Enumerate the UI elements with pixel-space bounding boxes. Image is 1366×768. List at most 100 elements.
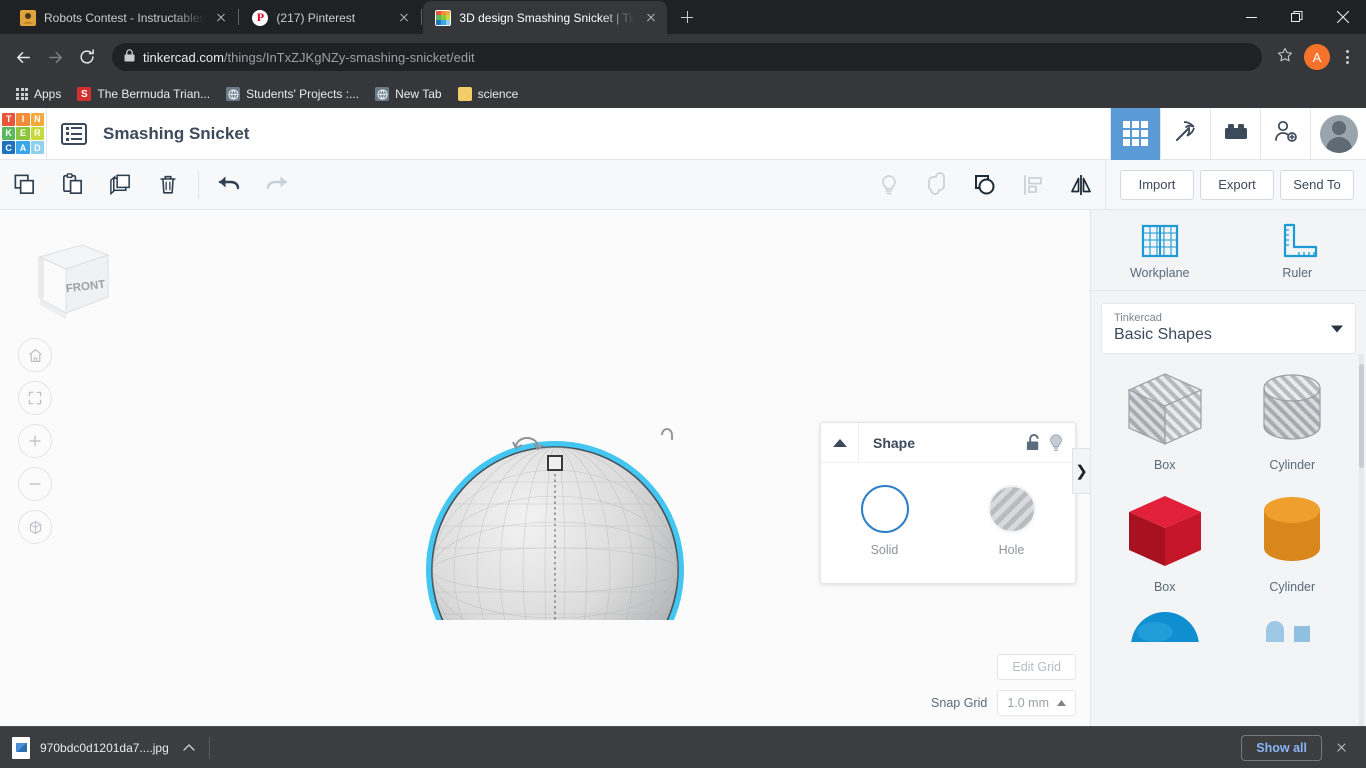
browser-tab-2[interactable]: 3D design Smashing Snicket | Tin	[423, 1, 668, 34]
library-name: Basic Shapes	[1114, 326, 1212, 343]
shape-panel-header: Shape	[821, 423, 1075, 463]
shape-cylinder-hole[interactable]: Cylinder	[1229, 368, 1357, 490]
redo-arrow-icon[interactable]	[253, 160, 301, 210]
bookmark-bermuda[interactable]: S The Bermuda Trian...	[71, 84, 216, 104]
list-menu-icon[interactable]	[61, 122, 87, 145]
bookmark-new-tab[interactable]: New Tab	[369, 84, 447, 104]
import-button[interactable]: Import	[1120, 169, 1194, 200]
globe-favicon	[226, 87, 241, 101]
logo-letter: C	[2, 141, 16, 155]
align-icon[interactable]	[1009, 160, 1057, 210]
download-item[interactable]: 970bdc0d1201da7....jpg	[12, 736, 199, 759]
triangle-up-icon[interactable]	[821, 423, 859, 462]
io-buttons: Import Export Send To	[1105, 159, 1366, 210]
blocks-button[interactable]	[1210, 108, 1260, 160]
shape-library-select[interactable]: Tinkercad Basic Shapes	[1101, 303, 1356, 354]
shape-box-hole[interactable]: Box	[1101, 368, 1229, 490]
paste-button[interactable]	[48, 160, 96, 210]
undo-arrow-icon[interactable]	[205, 160, 253, 210]
restore-icon[interactable]	[1274, 0, 1320, 34]
lock-icon	[124, 49, 135, 65]
minimize-icon[interactable]	[1228, 0, 1274, 34]
chevron-right-icon[interactable]: ❯	[1072, 448, 1090, 494]
tinkercad-logo[interactable]: T I N K E R C A D	[0, 111, 46, 157]
downloads-actions: Show all	[1241, 734, 1354, 761]
unlock-icon[interactable]	[1019, 433, 1047, 452]
show-all-button[interactable]: Show all	[1241, 734, 1322, 761]
bookmark-apps[interactable]: Apps	[10, 84, 67, 104]
ungroup-shape-icon[interactable]	[913, 160, 961, 210]
tab-divider	[421, 9, 423, 25]
reload-icon[interactable]	[72, 42, 102, 72]
snap-grid-select[interactable]: 1.0 mm	[997, 690, 1076, 716]
forward-arrow-icon[interactable]	[40, 42, 70, 72]
browser-tab-0[interactable]: Robots Contest - Instructables	[8, 1, 238, 34]
sidebar-tools: Workplane Ruler	[1091, 210, 1366, 291]
edit-grid-button[interactable]: Edit Grid	[997, 654, 1076, 680]
snap-grid-row: Snap Grid 1.0 mm	[931, 690, 1076, 716]
grid-nine-icon	[1123, 121, 1148, 146]
address-bar[interactable]: tinkercad.com/things/InTxZJKgNZy-smashin…	[112, 43, 1262, 71]
logo-letter: D	[30, 141, 44, 155]
send-to-button[interactable]: Send To	[1280, 169, 1354, 200]
close-icon[interactable]	[1320, 0, 1366, 34]
tab-close-icon[interactable]	[643, 10, 659, 26]
shape-panel-title: Shape	[873, 434, 916, 451]
box-red-icon	[1128, 496, 1201, 566]
shape-label: Box	[1153, 580, 1176, 594]
instructables-icon	[20, 9, 36, 26]
tinkercad-mini-logo	[436, 10, 451, 25]
solid-swatch	[860, 485, 909, 533]
tab-close-icon[interactable]	[396, 10, 412, 26]
shape-roof-blue[interactable]	[1229, 612, 1357, 660]
user-avatar-container[interactable]	[1310, 108, 1366, 160]
hole-option[interactable]: Hole	[948, 485, 1075, 557]
logo-letter: I	[16, 112, 30, 126]
design-canvas[interactable]: FRONT Shape Solid Hole ❯ Edit Grid Snap …	[0, 210, 1090, 726]
solid-option[interactable]: Solid	[821, 485, 948, 557]
bookmark-label: New Tab	[395, 87, 442, 101]
shape-properties-panel[interactable]: Shape Solid Hole	[820, 422, 1076, 584]
browser-window: Robots Contest - Instructables P (217) P…	[0, 0, 1366, 768]
chevron-up-icon[interactable]	[179, 742, 199, 754]
back-arrow-icon[interactable]	[8, 42, 38, 72]
scene-3d[interactable]	[0, 220, 780, 620]
star-icon[interactable]	[1272, 47, 1298, 67]
duplicate-button[interactable]	[96, 160, 144, 210]
logo-letter: A	[16, 141, 30, 155]
export-button[interactable]: Export	[1200, 169, 1274, 200]
toolbar-divider	[198, 170, 199, 199]
workplane-tool[interactable]: Workplane	[1091, 222, 1229, 280]
codeblocks-button[interactable]	[1160, 108, 1210, 160]
mirror-flip-icon[interactable]	[1057, 160, 1105, 210]
ruler-tool[interactable]: Ruler	[1229, 222, 1366, 280]
bookmark-science-folder[interactable]: science	[452, 84, 525, 104]
3d-design-view-button[interactable]	[1110, 108, 1160, 160]
shape-row-partial	[1101, 612, 1356, 660]
scrollbar-thumb[interactable]	[1359, 364, 1364, 468]
downloads-bar: 970bdc0d1201da7....jpg Show all	[0, 726, 1366, 768]
close-icon[interactable]	[1328, 735, 1354, 761]
shape-panel-body: Solid Hole	[821, 463, 1075, 583]
group-shapes-icon[interactable]	[961, 160, 1009, 210]
lightbulb-icon[interactable]	[1047, 433, 1075, 453]
bookmark-students-projects[interactable]: Students' Projects :...	[220, 84, 365, 104]
trash-icon[interactable]	[144, 160, 192, 210]
copy-button[interactable]	[0, 160, 48, 210]
browser-tab-1[interactable]: P (217) Pinterest	[240, 1, 421, 34]
profile-avatar[interactable]: A	[1304, 44, 1330, 70]
caret-down-icon	[1331, 325, 1343, 332]
lightbulb-icon[interactable]	[865, 160, 913, 210]
invite-people-button[interactable]	[1260, 108, 1310, 160]
app-body: FRONT Shape Solid Hole ❯ Edit Grid Snap …	[0, 210, 1366, 726]
shape-sphere-blue[interactable]	[1101, 612, 1229, 660]
tab-close-icon[interactable]	[213, 10, 229, 26]
new-tab-button[interactable]	[673, 3, 701, 31]
shape-row: Box Cylinder	[1101, 368, 1356, 490]
shape-box-red[interactable]: Box	[1101, 490, 1229, 612]
shape-cylinder-orange[interactable]: Cylinder	[1229, 490, 1357, 612]
ruler-icon	[1284, 223, 1318, 258]
rotate-handle-icon-2[interactable]	[661, 428, 673, 440]
download-file-name: 970bdc0d1201da7....jpg	[40, 740, 169, 755]
kebab-menu-icon[interactable]	[1336, 50, 1358, 64]
